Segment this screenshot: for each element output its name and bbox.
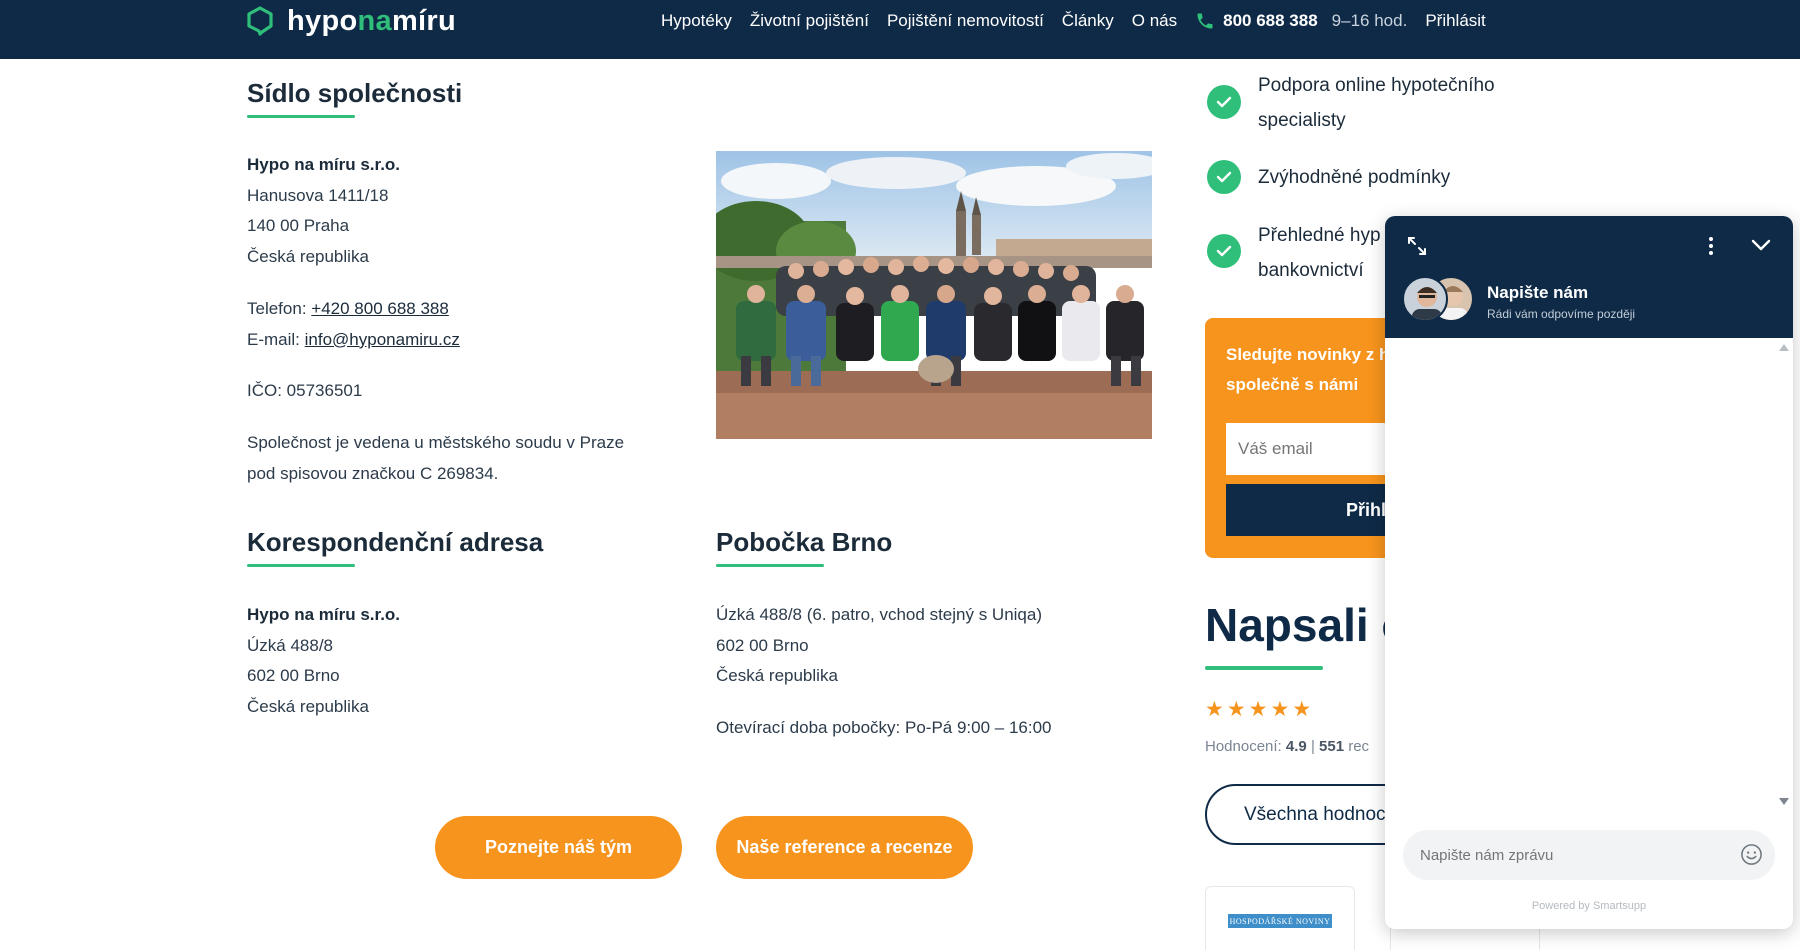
phone-label: Telefon: — [247, 299, 307, 318]
benefit-label: Podpora online hypotečního specialisty — [1258, 75, 1495, 131]
more-options-icon[interactable] — [1707, 236, 1715, 256]
expand-icon[interactable] — [1407, 236, 1427, 256]
branch-hours: Otevírací doba pobočky: Po-Pá 9:00 – 16:… — [716, 718, 1052, 737]
references-button[interactable]: Naše reference a recenze — [716, 816, 973, 879]
phone-icon — [1197, 13, 1213, 29]
logo[interactable]: hyponamíru — [245, 4, 456, 37]
phone-link-contact[interactable]: +420 800 688 388 — [311, 299, 449, 318]
rating-stars: ★ ★ ★ ★ ★ — [1205, 697, 1314, 722]
team-photo — [716, 151, 1152, 439]
press-heading: Napsali o — [1205, 599, 1410, 651]
login-link[interactable]: Přihlásit — [1425, 11, 1485, 31]
nav-item-clanky[interactable]: Články — [1062, 11, 1114, 31]
team-button[interactable]: Poznejte náš tým — [435, 816, 682, 879]
scroll-down-arrow[interactable] — [1779, 798, 1789, 805]
star-icon: ★ — [1248, 698, 1268, 721]
benefit-item: Podpora online hypotečního specialisty — [1207, 68, 1558, 138]
seat-contacts: Telefon: +420 800 688 388 E-mail: info@h… — [247, 294, 460, 355]
chat-bubble-logo-icon — [247, 6, 273, 36]
title-underline — [247, 564, 355, 567]
correspondence-city: 602 00 Brno — [247, 666, 340, 685]
email-link[interactable]: info@hyponamiru.cz — [305, 330, 460, 349]
section-title-seat: Sídlo společnosti — [247, 78, 463, 108]
press-logo-card[interactable]: HOSPODÁŘSKÉ NOVINY — [1205, 886, 1355, 950]
email-label: E-mail: — [247, 329, 300, 349]
star-icon: ★ — [1226, 698, 1246, 721]
correspondence-street: Úzká 488/8 — [247, 635, 333, 655]
title-underline — [1205, 666, 1323, 670]
nav-item-pojisteni-nemovitosti[interactable]: Pojištění nemovitostí — [887, 11, 1044, 31]
correspondence-address: Hypo na míru s.r.o. Úzká 488/8 602 00 Br… — [247, 600, 400, 722]
title-underline — [716, 564, 824, 567]
main-nav: Hypotéky Životní pojištění Pojištění nem… — [661, 9, 1504, 33]
chat-title: Napište nám — [1487, 283, 1589, 302]
chat-widget: Napište nám Rádi vám odpovíme později Po… — [1385, 216, 1793, 929]
branch-country: Česká republika — [716, 666, 838, 685]
check-icon — [1207, 234, 1241, 268]
opening-hours: 9–16 hod. — [1331, 11, 1408, 30]
nav-item-o-nas[interactable]: O nás — [1132, 11, 1177, 31]
scroll-up-arrow[interactable] — [1779, 344, 1789, 351]
powered-by[interactable]: Powered by Smartsupp — [1385, 900, 1793, 912]
star-icon: ★ — [1205, 698, 1224, 721]
phone-link[interactable]: 800 688 388 — [1195, 11, 1318, 31]
branch-address: Úzká 488/8 (6. patro, vchod stejný s Uni… — [716, 600, 1042, 692]
register-line-2: pod spisovou značkou C 269834. — [247, 463, 499, 483]
rating-summary: Hodnocení: 4.9 | 551 rec — [1205, 738, 1370, 755]
star-icon: ★ — [1270, 698, 1290, 721]
nav-item-zivotni-pojisteni[interactable]: Životní pojištění — [750, 11, 869, 31]
agent-avatars — [1402, 276, 1476, 324]
benefit-item: Zvýhodněné podmínky — [1207, 160, 1558, 195]
chat-header: Napište nám Rádi vám odpovíme později — [1385, 216, 1793, 338]
check-icon — [1207, 85, 1241, 119]
chevron-down-icon[interactable] — [1750, 238, 1772, 252]
correspondence-country: Česká republika — [247, 696, 369, 716]
check-icon — [1207, 160, 1241, 194]
hospodarske-noviny-logo: HOSPODÁŘSKÉ NOVINY — [1228, 914, 1332, 928]
chat-subtitle: Rádi vám odpovíme později — [1487, 307, 1636, 321]
star-icon: ★ — [1292, 698, 1312, 721]
ico: IČO: 05736501 — [247, 381, 363, 400]
seat-city: 140 00 Praha — [247, 216, 350, 235]
seat-street: Hanusova 1411/18 — [247, 185, 389, 205]
title-underline — [247, 115, 355, 118]
register-line-1: Společnost je vedena u městského soudu v… — [247, 433, 625, 452]
correspondence-company: Hypo na míru s.r.o. — [247, 605, 401, 624]
branch-city: 602 00 Brno — [716, 635, 809, 655]
seat-address: Hypo na míru s.r.o. Hanusova 1411/18 140… — [247, 150, 400, 272]
register-info: Společnost je vedena u městského soudu v… — [247, 428, 624, 489]
benefit-label: Zvýhodněné podmínky — [1258, 167, 1451, 188]
phone-number: 800 688 388 — [1223, 11, 1318, 30]
section-title-correspondence: Korespondenční adresa — [247, 527, 544, 557]
logo-text: hyponamíru — [287, 4, 456, 37]
branch-street: Úzká 488/8 (6. patro, vchod stejný s Uni… — [716, 605, 1042, 624]
seat-company: Hypo na míru s.r.o. — [247, 155, 401, 174]
avatar — [1402, 276, 1448, 322]
chat-message-input[interactable] — [1403, 830, 1775, 880]
seat-country: Česká republika — [247, 246, 369, 266]
emoji-icon[interactable] — [1740, 843, 1763, 866]
nav-item-hypoteky[interactable]: Hypotéky — [661, 11, 732, 31]
top-navbar: hyponamíru Hypotéky Životní pojištění Po… — [0, 0, 1800, 59]
section-title-branch: Pobočka Brno — [716, 527, 893, 557]
